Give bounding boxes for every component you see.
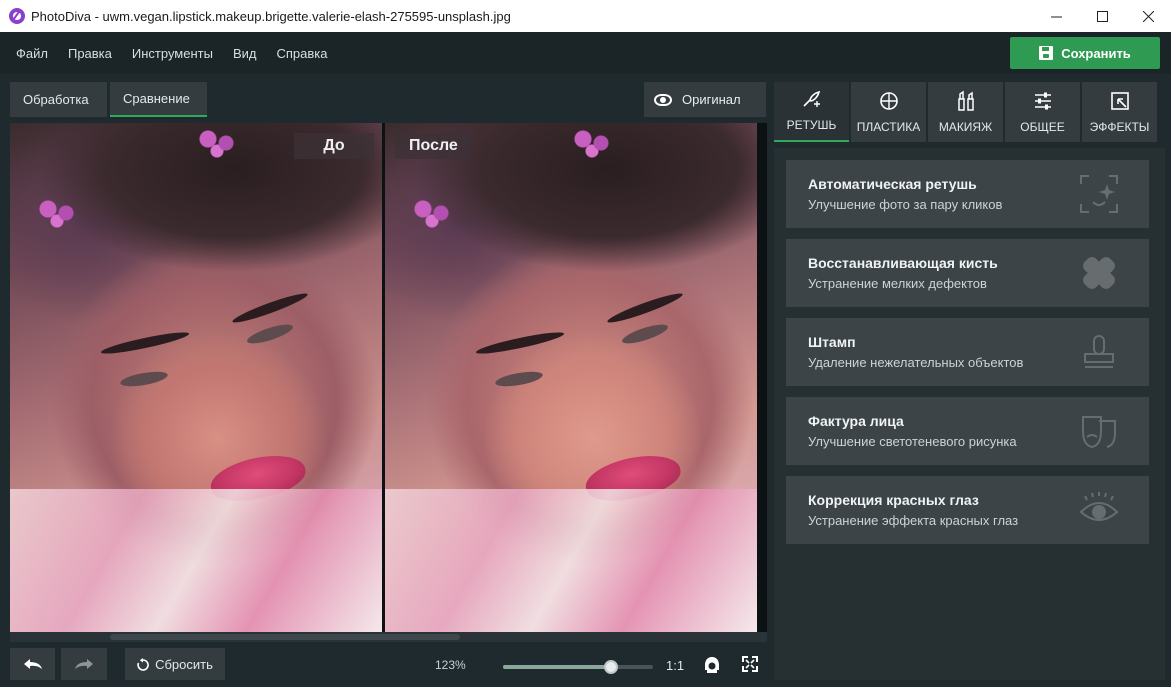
fullscreen-icon[interactable] bbox=[742, 656, 758, 672]
after-photo-cloth bbox=[385, 489, 757, 632]
reset-button-label: Сбросить bbox=[155, 656, 213, 672]
after-photo-flowers bbox=[565, 123, 625, 163]
tool-face-texture[interactable]: Фактура лица Улучшение светотеневого рис… bbox=[786, 397, 1149, 465]
eye-icon bbox=[654, 93, 672, 106]
menu-bar: Файл Правка Инструменты Вид Справка Сохр… bbox=[0, 32, 1171, 74]
zoom-level: 123% bbox=[435, 658, 466, 672]
effects-icon bbox=[1110, 92, 1129, 110]
original-button-label: Оригинал bbox=[682, 92, 741, 107]
tab-plastic-label: ПЛАСТИКА bbox=[856, 120, 921, 134]
tool-healing-brush[interactable]: Восстанавливающая кисть Устранение мелки… bbox=[786, 239, 1149, 307]
bandage-icon bbox=[1083, 257, 1115, 289]
tab-plastic[interactable]: ПЛАСТИКА bbox=[851, 82, 926, 142]
tool-auto-retouch[interactable]: Автоматическая ретушь Улучшение фото за … bbox=[786, 160, 1149, 228]
window-controls bbox=[1033, 0, 1171, 32]
tab-makeup[interactable]: МАКИЯЖ bbox=[928, 82, 1003, 142]
window-title: PhotoDiva - uwm.vegan.lipstick.makeup.br… bbox=[31, 8, 511, 24]
tab-compare[interactable]: Сравнение bbox=[110, 82, 207, 117]
photodiva-logo-icon bbox=[9, 8, 25, 24]
save-button[interactable]: Сохранить bbox=[1010, 37, 1160, 69]
before-photo: До bbox=[10, 123, 382, 632]
tab-processing[interactable]: Обработка bbox=[10, 82, 107, 117]
minimize-icon bbox=[1050, 16, 1062, 17]
tool-stamp[interactable]: Штамп Удаление нежелательных объектов bbox=[786, 318, 1149, 386]
redo-icon bbox=[75, 659, 93, 669]
tab-retouch[interactable]: РЕТУШЬ bbox=[774, 82, 849, 142]
maximize-button[interactable] bbox=[1079, 0, 1125, 32]
bottom-toolbar: Сбросить 123% 1:1 bbox=[0, 646, 771, 687]
tab-general[interactable]: ОБЩЕЕ bbox=[1005, 82, 1080, 142]
side-panel: РЕТУШЬ ПЛАСТИКА МАКИЯЖ ОБЩЕЕ ЭФФЕКТЫ Авт… bbox=[771, 74, 1171, 687]
menu-edit[interactable]: Правка bbox=[68, 46, 112, 61]
reset-icon bbox=[137, 657, 149, 671]
close-button[interactable] bbox=[1125, 0, 1171, 32]
maximize-icon bbox=[1096, 10, 1108, 22]
menu-view[interactable]: Вид bbox=[233, 46, 257, 61]
side-tabs: РЕТУШЬ ПЛАСТИКА МАКИЯЖ ОБЩЕЕ ЭФФЕКТЫ bbox=[774, 82, 1157, 142]
original-button[interactable]: Оригинал bbox=[644, 82, 766, 117]
zoom-slider[interactable] bbox=[503, 660, 653, 674]
undo-icon bbox=[23, 659, 42, 669]
before-photo-cloth bbox=[10, 489, 382, 632]
zoom-slider-handle[interactable] bbox=[604, 660, 618, 674]
undo-button[interactable] bbox=[10, 648, 55, 680]
menu-file[interactable]: Файл bbox=[16, 46, 48, 61]
retouch-tools-panel: Автоматическая ретушь Улучшение фото за … bbox=[774, 148, 1165, 680]
tool-red-eye[interactable]: Коррекция красных глаз Устранение эффект… bbox=[786, 476, 1149, 544]
tab-effects[interactable]: ЭФФЕКТЫ bbox=[1082, 82, 1157, 142]
save-button-label: Сохранить bbox=[1061, 45, 1131, 61]
before-label: До bbox=[294, 133, 374, 159]
close-icon bbox=[1142, 10, 1154, 22]
stamp-icon bbox=[1084, 335, 1114, 368]
minimize-button[interactable] bbox=[1033, 0, 1079, 32]
after-label: После bbox=[395, 133, 472, 159]
tab-retouch-label: РЕТУШЬ bbox=[786, 118, 837, 132]
after-photo: После bbox=[385, 123, 757, 632]
title-bar: PhotoDiva - uwm.vegan.lipstick.makeup.br… bbox=[0, 0, 1171, 32]
redo-button[interactable] bbox=[61, 648, 107, 680]
eye-icon bbox=[1079, 492, 1119, 521]
comparison-canvas[interactable]: До После bbox=[10, 123, 767, 632]
before-photo-flowers bbox=[30, 193, 90, 233]
zoom-slider-fill bbox=[503, 665, 611, 669]
plastic-icon bbox=[879, 92, 898, 110]
horizontal-scrollbar[interactable] bbox=[10, 632, 767, 642]
actual-size-button[interactable]: 1:1 bbox=[666, 658, 684, 673]
floppy-disk-icon bbox=[1039, 46, 1054, 60]
auto-retouch-icon bbox=[1080, 175, 1118, 213]
before-photo-flowers bbox=[190, 123, 250, 163]
reset-button[interactable]: Сбросить bbox=[125, 648, 225, 680]
menu-tools[interactable]: Инструменты bbox=[132, 46, 213, 61]
tab-effects-label: ЭФФЕКТЫ bbox=[1089, 120, 1150, 134]
menu-help[interactable]: Справка bbox=[276, 46, 327, 61]
makeup-icon bbox=[957, 90, 974, 111]
workspace: Обработка Сравнение Оригинал До После Сб… bbox=[0, 74, 771, 687]
tab-general-label: ОБЩЕЕ bbox=[1020, 120, 1065, 134]
sliders-icon bbox=[1034, 92, 1051, 110]
masks-icon bbox=[1082, 416, 1116, 449]
tab-makeup-label: МАКИЯЖ bbox=[938, 120, 993, 134]
after-photo-flowers bbox=[405, 193, 465, 233]
face-detect-icon[interactable] bbox=[704, 656, 720, 674]
retouch-icon bbox=[802, 90, 820, 107]
scrollbar-thumb[interactable] bbox=[110, 634, 460, 640]
